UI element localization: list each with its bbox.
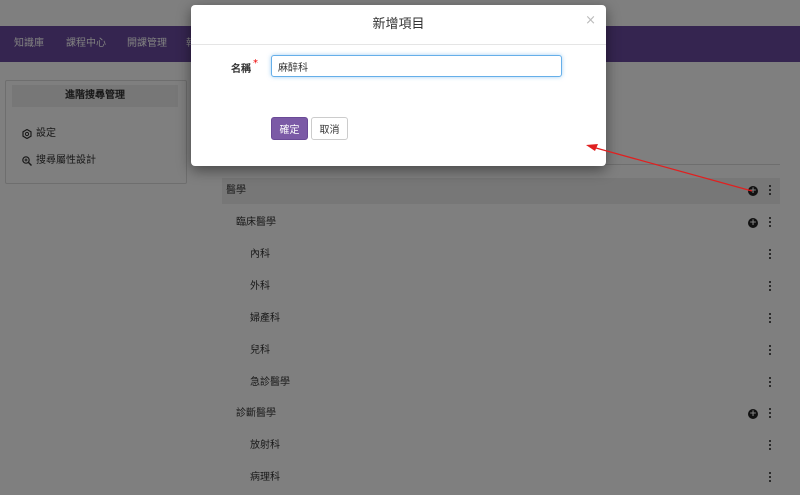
annotation-arrow — [586, 144, 753, 192]
